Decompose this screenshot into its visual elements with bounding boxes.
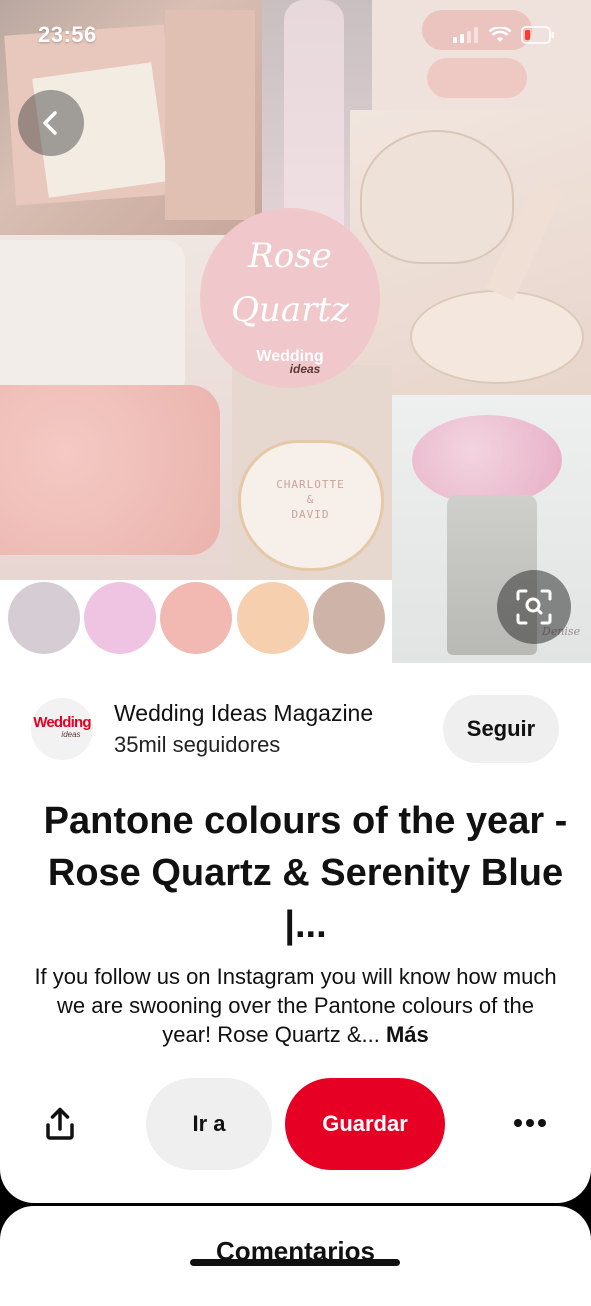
share-icon xyxy=(46,1107,74,1140)
follow-button[interactable]: Seguir xyxy=(443,695,559,763)
status-icons xyxy=(453,26,555,44)
publisher-followers: 35mil seguidores xyxy=(114,732,281,757)
avatar-text: Wedding xyxy=(33,714,91,731)
status-bar: 23:56 xyxy=(0,0,591,70)
share-button[interactable] xyxy=(40,1104,80,1144)
goto-button[interactable]: Ir a xyxy=(146,1078,272,1170)
cookie-text-line2: & xyxy=(306,493,315,506)
cookie-text-line1: CHARLOTTE xyxy=(276,478,345,491)
cake-photo xyxy=(0,235,232,580)
wifi-icon xyxy=(489,27,511,42)
swatch-2 xyxy=(84,582,156,654)
swatch-4 xyxy=(237,582,309,654)
visual-search-button[interactable] xyxy=(497,570,571,644)
badge-brand: Wedding ideas xyxy=(200,348,380,376)
status-time: 23:56 xyxy=(38,22,97,47)
swatch-5 xyxy=(313,582,385,654)
signal-icon xyxy=(453,27,478,43)
publisher-avatar[interactable]: Wedding ideas xyxy=(31,698,93,760)
back-icon xyxy=(43,111,57,135)
badge-title-line2: Quartz xyxy=(231,290,349,330)
more-icon xyxy=(514,1119,546,1127)
battery-icon xyxy=(521,26,554,44)
publisher-name[interactable]: Wedding Ideas Magazine xyxy=(114,700,373,727)
back-button[interactable] xyxy=(18,90,84,156)
more-options-button[interactable] xyxy=(505,1108,555,1138)
pin-image[interactable]: CHARLOTTE & DAVID Denise Rose Quartz Wed… xyxy=(0,0,591,665)
swatch-1 xyxy=(8,582,80,654)
shoes-photo xyxy=(350,110,591,395)
badge-title-line1: Rose xyxy=(248,236,332,276)
more-link[interactable]: Más xyxy=(386,1022,429,1047)
swatch-3 xyxy=(160,582,232,654)
badge-brand-sub: ideas xyxy=(289,362,321,376)
description-text: If you follow us on Instagram you will k… xyxy=(34,964,557,1047)
visual-search-icon xyxy=(516,589,552,625)
cookie-photo: CHARLOTTE & DAVID xyxy=(232,365,392,580)
pin-title: Pantone colours of the year - Rose Quart… xyxy=(43,800,568,946)
home-indicator xyxy=(190,1259,400,1266)
save-button[interactable]: Guardar xyxy=(285,1078,445,1170)
pin-description: If you follow us on Instagram you will k… xyxy=(30,962,561,1049)
rose-quartz-badge: Rose Quartz Wedding ideas xyxy=(200,208,380,388)
cookie-text-line3: DAVID xyxy=(291,508,330,521)
